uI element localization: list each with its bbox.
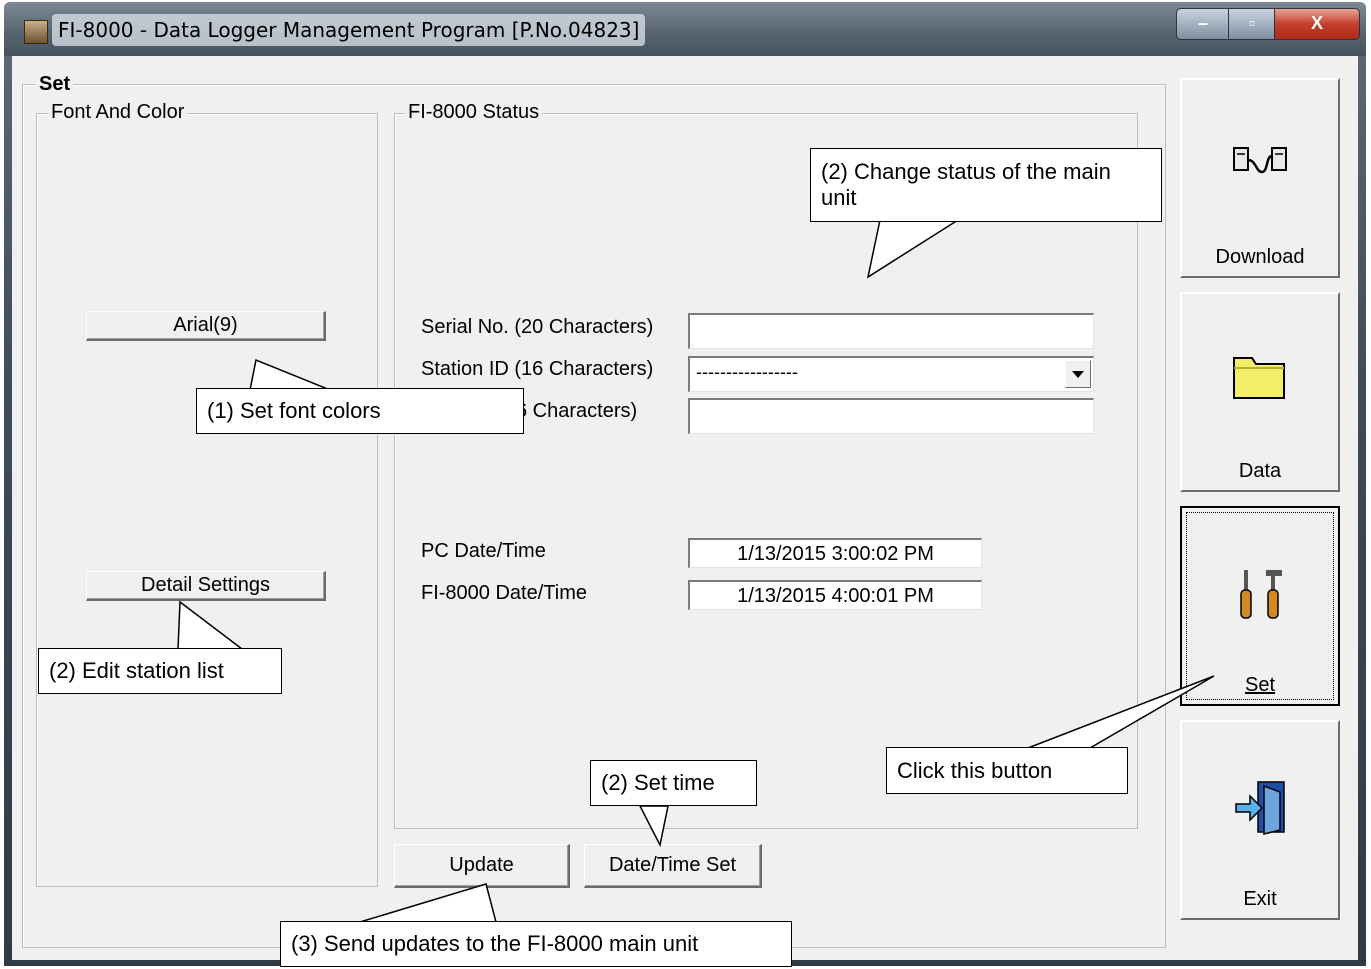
pointer-edit-station xyxy=(177,600,245,650)
callout-edit-station: (2) Edit station list xyxy=(38,648,282,694)
callout-set-font: (1) Set font colors xyxy=(196,388,524,434)
callout-set-time: (2) Set time xyxy=(590,760,757,806)
pointer-click-button xyxy=(1027,675,1215,749)
callout-click-button: Click this button xyxy=(886,747,1128,794)
pointer-set-font xyxy=(249,358,331,391)
callout-change-status: (2) Change status of the main unit xyxy=(810,148,1162,222)
callout-pointers xyxy=(177,219,1215,923)
pointer-set-time xyxy=(638,805,669,848)
pointer-send-updates xyxy=(359,883,497,923)
pointer-change-status xyxy=(866,219,961,279)
callout-send-updates: (3) Send updates to the FI-8000 main uni… xyxy=(280,921,792,967)
